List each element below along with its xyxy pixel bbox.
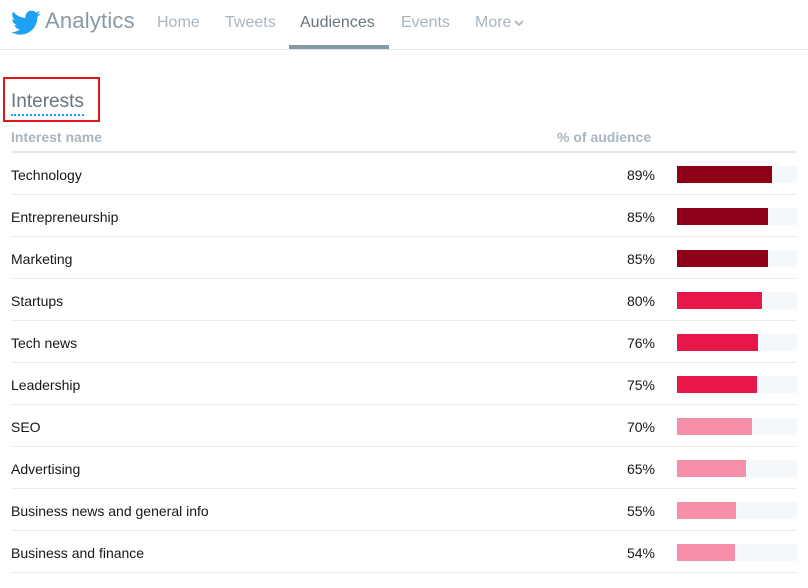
percent-bar-track bbox=[677, 292, 797, 309]
nav-home[interactable]: Home bbox=[157, 14, 200, 32]
interest-name: Technology bbox=[11, 167, 82, 183]
active-tab-indicator bbox=[289, 45, 389, 49]
nav-tweets[interactable]: Tweets bbox=[225, 14, 276, 32]
percent-bar-fill bbox=[677, 418, 752, 435]
interest-percent: 89% bbox=[626, 167, 655, 183]
table-row: Advertising 65% bbox=[11, 447, 797, 489]
table-row: Startups 80% bbox=[11, 279, 797, 321]
interest-name: Business news and general info bbox=[11, 503, 209, 519]
interest-percent: 85% bbox=[626, 251, 655, 267]
interest-percent: 65% bbox=[626, 461, 655, 477]
percent-bar-fill bbox=[677, 544, 735, 561]
percent-bar-track bbox=[677, 460, 797, 477]
nav-more-label: More bbox=[475, 14, 512, 32]
percent-bar-track bbox=[677, 544, 797, 561]
nav-more[interactable]: More bbox=[475, 14, 525, 32]
table-row: Business and finance 54% bbox=[11, 531, 797, 573]
table-row: Business news and general info 55% bbox=[11, 489, 797, 531]
percent-bar-track bbox=[677, 502, 797, 519]
interest-name: Advertising bbox=[11, 461, 81, 477]
chevron-down-icon bbox=[514, 14, 525, 32]
table-row: Leadership 75% bbox=[11, 363, 797, 405]
interest-percent: 54% bbox=[626, 545, 655, 561]
interest-percent: 70% bbox=[626, 419, 655, 435]
section-title[interactable]: Interests bbox=[11, 91, 84, 116]
interest-percent: 75% bbox=[626, 377, 655, 393]
interest-percent: 76% bbox=[626, 335, 655, 351]
twitter-bird-icon[interactable] bbox=[11, 10, 41, 36]
percent-bar-fill bbox=[677, 376, 757, 393]
nav-audiences[interactable]: Audiences bbox=[300, 14, 375, 32]
percent-bar-fill bbox=[677, 460, 747, 477]
percent-bar-fill bbox=[677, 502, 736, 519]
percent-bar-track bbox=[677, 250, 797, 267]
percent-bar-fill bbox=[677, 250, 768, 267]
percent-bar-fill bbox=[677, 208, 768, 225]
interest-name: Entrepreneurship bbox=[11, 209, 119, 225]
interest-name: Tech news bbox=[11, 335, 78, 351]
table-row: Technology 89% bbox=[11, 153, 797, 195]
interest-percent: 85% bbox=[626, 209, 655, 225]
table-row: Marketing 85% bbox=[11, 237, 797, 279]
table-row: SEO 70% bbox=[11, 405, 797, 447]
percent-bar-fill bbox=[677, 166, 772, 183]
interest-name: Startups bbox=[11, 293, 64, 309]
analytics-brand[interactable]: Analytics bbox=[45, 8, 135, 34]
interest-name: Leadership bbox=[11, 377, 81, 393]
percent-bar-track bbox=[677, 166, 797, 183]
interest-name: Business and finance bbox=[11, 545, 145, 561]
percent-bar-track bbox=[677, 208, 797, 225]
percent-bar-fill bbox=[677, 334, 758, 351]
column-header-percent-audience: % of audience bbox=[557, 129, 652, 145]
percent-bar-track bbox=[677, 418, 797, 435]
percent-bar-track bbox=[677, 334, 797, 351]
interest-name: Marketing bbox=[11, 251, 73, 267]
table-row: Tech news 76% bbox=[11, 321, 797, 363]
interest-percent: 55% bbox=[626, 503, 655, 519]
nav-events[interactable]: Events bbox=[401, 14, 450, 32]
top-navigation: Analytics Home Tweets Audiences Events M… bbox=[0, 0, 808, 50]
interests-table: Technology 89% Entrepreneurship 85% Marketin… bbox=[11, 153, 797, 573]
percent-bar-track bbox=[677, 376, 797, 393]
percent-bar-fill bbox=[677, 292, 763, 309]
column-header-interest-name: Interest name bbox=[11, 129, 103, 145]
interest-percent: 80% bbox=[626, 293, 655, 309]
table-row: Entrepreneurship 85% bbox=[11, 195, 797, 237]
interest-name: SEO bbox=[11, 419, 41, 435]
